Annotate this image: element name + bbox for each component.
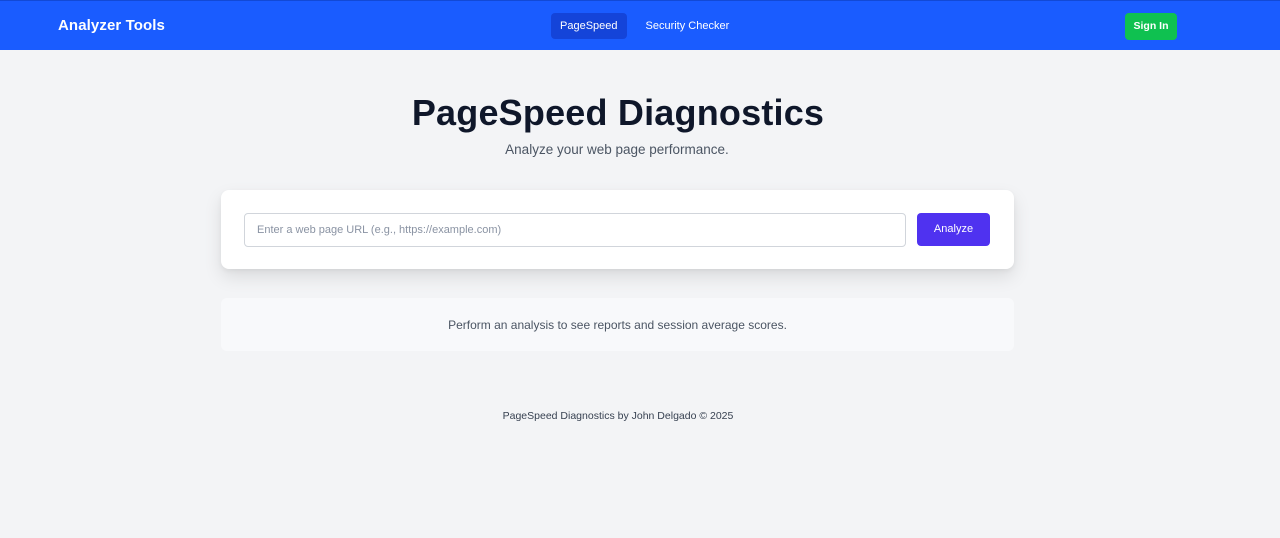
page-subtitle: Analyze your web page performance. [505, 142, 729, 157]
analyze-card: Analyze [221, 190, 1014, 269]
sign-in-button[interactable]: Sign In [1125, 13, 1177, 40]
nav-link-security-checker[interactable]: Security Checker [637, 13, 739, 39]
url-input[interactable] [244, 213, 906, 247]
results-placeholder-message: Perform an analysis to see reports and s… [448, 318, 787, 332]
analyze-button[interactable]: Analyze [917, 213, 990, 246]
page-title: PageSpeed Diagnostics [411, 92, 825, 133]
top-navbar: Analyzer Tools PageSpeed Security Checke… [0, 0, 1280, 50]
nav-link-pagespeed[interactable]: PageSpeed [551, 13, 627, 39]
footer-credit: PageSpeed Diagnostics by John Delgado © … [502, 410, 734, 422]
brand-logo-text[interactable]: Analyzer Tools [58, 17, 165, 34]
main-nav: PageSpeed Security Checker [551, 13, 738, 39]
results-placeholder: Perform an analysis to see reports and s… [221, 298, 1014, 351]
